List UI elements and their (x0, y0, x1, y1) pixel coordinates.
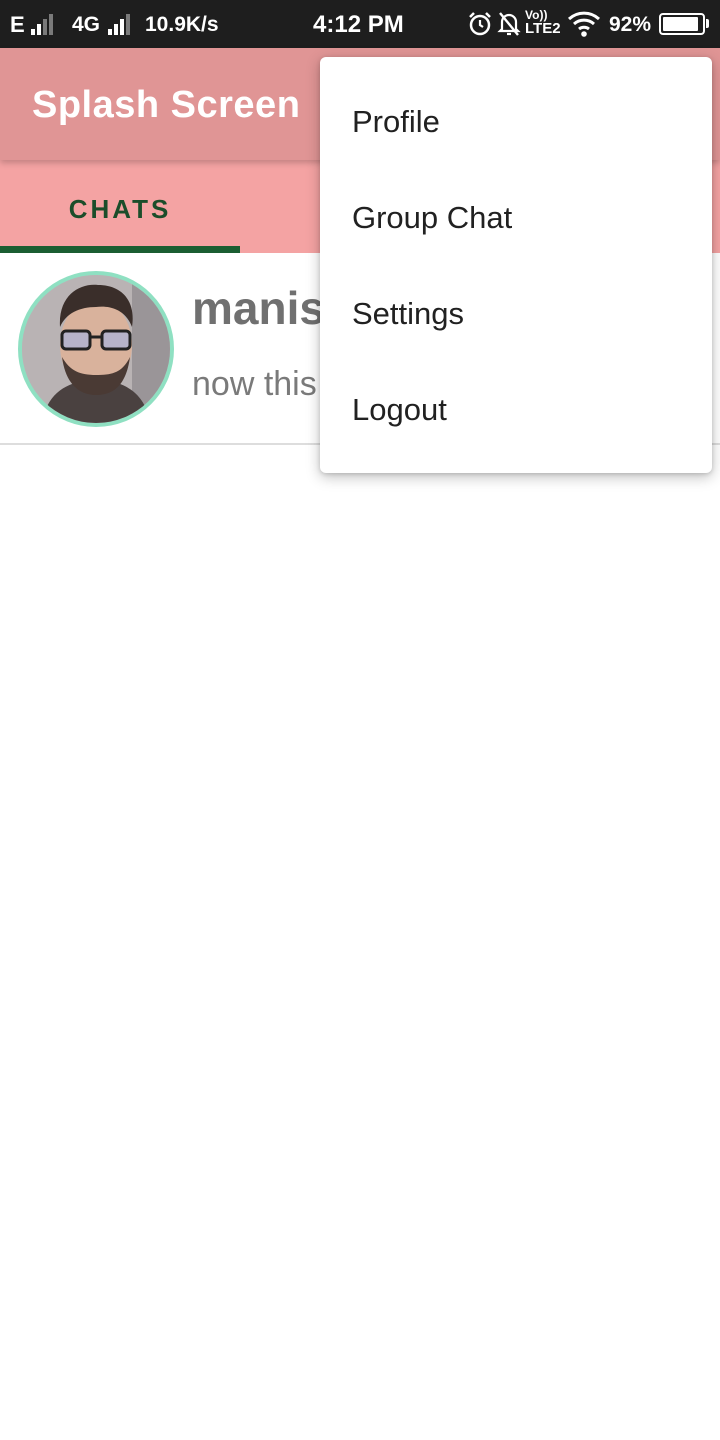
menu-item-group-chat[interactable]: Group Chat (320, 170, 712, 266)
alarm-icon (467, 11, 493, 37)
network-speed: 10.9K/s (145, 13, 219, 36)
menu-item-settings[interactable]: Settings (320, 266, 712, 362)
menu-item-logout[interactable]: Logout (320, 362, 712, 458)
tab-chats[interactable]: CHATS (0, 160, 240, 253)
volte-indicator: Vo)) LTE2 (525, 9, 561, 37)
notifications-off-icon (497, 10, 521, 38)
clock: 4:12 PM (313, 11, 404, 38)
battery-icon (659, 13, 705, 35)
signal-strength-icon (31, 13, 53, 35)
signal-strength-icon (108, 13, 130, 35)
tab-indicator (0, 246, 240, 253)
network2-type: 4G (72, 13, 101, 36)
profile-photo (22, 275, 170, 423)
app-title: Splash Screen (32, 84, 301, 126)
menu-item-profile[interactable]: Profile (320, 74, 712, 170)
volte-bottom-label: LTE2 (525, 20, 561, 37)
avatar[interactable] (18, 271, 174, 427)
status-bar: E 4G 10.9K/s 4:12 PM Vo)) LTE2 92% (0, 0, 720, 48)
network1-type: E (10, 12, 25, 37)
wifi-icon (567, 10, 601, 38)
overflow-menu: Profile Group Chat Settings Logout (320, 57, 712, 473)
battery-percent: 92% (609, 13, 652, 36)
chat-name: manis (192, 282, 325, 334)
battery-tip (706, 19, 709, 28)
chat-last-message: now this (192, 365, 317, 403)
battery-level (663, 17, 698, 31)
